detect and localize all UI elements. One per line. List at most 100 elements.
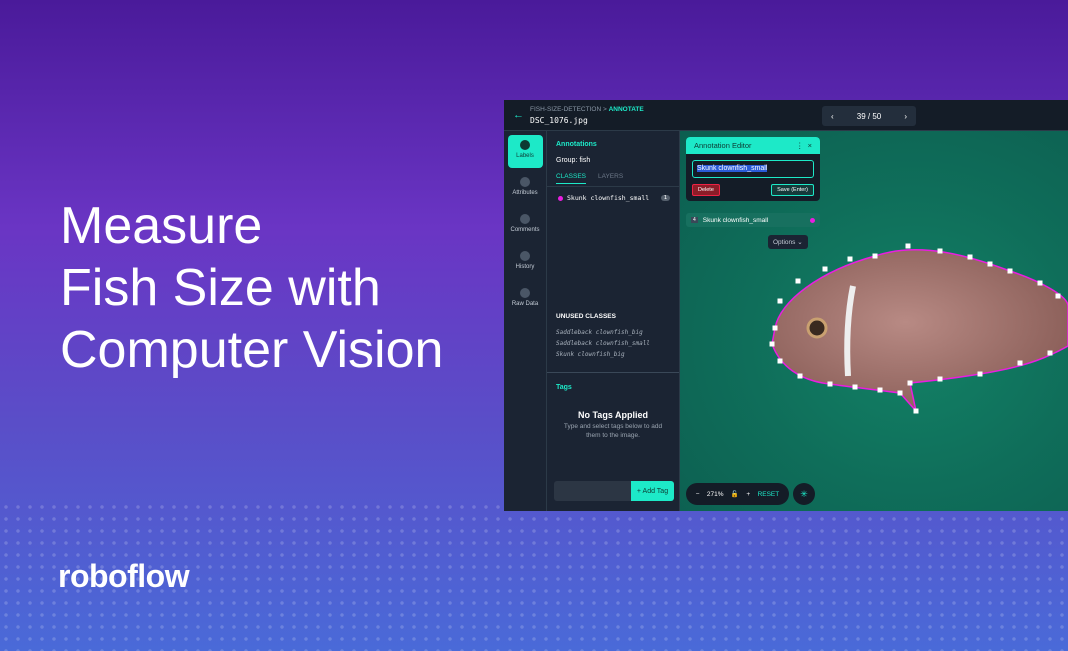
polygon-vertex[interactable] bbox=[937, 248, 943, 254]
unused-classes-list: Saddleback clownfish_big Saddleback clow… bbox=[556, 327, 650, 360]
rail-label: Raw Data bbox=[511, 301, 539, 307]
annotation-editor: Annotation Editor ⋮ × Skunk clownfish_sma… bbox=[686, 137, 820, 201]
breadcrumb-project[interactable]: FISH-SIZE-DETECTION bbox=[530, 106, 601, 113]
polygon-vertex[interactable] bbox=[937, 376, 943, 382]
unused-classes-title: UNUSED CLASSES bbox=[556, 313, 616, 320]
rail-label: Labels bbox=[516, 153, 534, 159]
label-number: 4 bbox=[691, 217, 698, 223]
smart-tool-icon[interactable]: ✳ bbox=[793, 483, 815, 505]
image-pager: ‹ 39 / 50 › bbox=[822, 106, 916, 126]
polygon-vertex[interactable] bbox=[822, 266, 828, 272]
unused-class[interactable]: Skunk clownfish_big bbox=[556, 349, 650, 360]
zoom-in-button[interactable]: + bbox=[746, 491, 750, 498]
reset-button[interactable]: RESET bbox=[758, 491, 780, 498]
panel-title: Annotations bbox=[556, 141, 597, 148]
polygon-vertex[interactable] bbox=[852, 384, 858, 390]
polygon-vertex[interactable] bbox=[905, 243, 911, 249]
top-bar: ← FISH-SIZE-DETECTION > ANNOTATE DSC_107… bbox=[504, 100, 1068, 131]
divider bbox=[547, 186, 679, 187]
rail-history[interactable]: History bbox=[508, 246, 543, 279]
rail-attributes[interactable]: Attributes bbox=[508, 172, 543, 205]
class-item[interactable]: Skunk clownfish_small 1 bbox=[558, 194, 670, 202]
polygon-vertex[interactable] bbox=[987, 261, 993, 267]
class-input-value: Skunk clownfish_small bbox=[697, 165, 768, 172]
class-color-dot bbox=[558, 195, 563, 201]
breadcrumb-section[interactable]: ANNOTATE bbox=[609, 106, 644, 113]
group-label: Group: fish bbox=[556, 157, 591, 164]
delete-button[interactable]: Delete bbox=[692, 184, 720, 196]
class-count: 1 bbox=[660, 195, 670, 201]
polygon-vertex[interactable] bbox=[907, 380, 913, 386]
polygon-vertex[interactable] bbox=[797, 373, 803, 379]
polygon-vertex[interactable] bbox=[913, 408, 919, 414]
class-name: Skunk clownfish_small bbox=[567, 194, 650, 202]
zoom-controls: − 271% 🔓 + RESET bbox=[686, 483, 789, 505]
history-icon bbox=[520, 251, 530, 261]
image-canvas[interactable]: Annotation Editor ⋮ × Skunk clownfish_sma… bbox=[680, 131, 1068, 511]
polygon-vertex[interactable] bbox=[1037, 280, 1043, 286]
polygon-vertex[interactable] bbox=[1055, 293, 1061, 299]
polygon-vertex[interactable] bbox=[777, 298, 783, 304]
zoom-level: 271% bbox=[706, 490, 724, 498]
label-color-dot bbox=[810, 217, 815, 223]
label-name: Skunk clownfish_small bbox=[702, 216, 769, 224]
zoom-out-button[interactable]: − bbox=[696, 491, 700, 498]
polygon-vertex[interactable] bbox=[1017, 360, 1023, 366]
pager-count: 39 / 50 bbox=[856, 111, 882, 121]
headline-line: Computer Vision bbox=[60, 321, 444, 379]
polygon-vertex[interactable] bbox=[877, 387, 883, 393]
prev-icon[interactable]: ‹ bbox=[831, 112, 834, 121]
filename: DSC_1076.jpg bbox=[530, 116, 588, 125]
more-icon[interactable]: ⋮ bbox=[796, 141, 804, 150]
editor-title: Annotation Editor bbox=[694, 141, 752, 150]
tab-layers[interactable]: LAYERS bbox=[598, 173, 623, 184]
next-icon[interactable]: › bbox=[904, 112, 907, 121]
polygon-vertex[interactable] bbox=[772, 325, 778, 331]
fish-eye bbox=[806, 317, 828, 339]
breadcrumb-separator: > bbox=[602, 106, 607, 113]
rail-label: History bbox=[515, 264, 535, 270]
save-button[interactable]: Save (Enter) bbox=[771, 184, 814, 196]
headline-line: Measure bbox=[60, 197, 263, 255]
labels-icon bbox=[520, 140, 530, 150]
polygon-vertex[interactable] bbox=[1047, 350, 1053, 356]
add-tag-button[interactable]: + Add Tag bbox=[631, 481, 674, 501]
polygon-vertex[interactable] bbox=[795, 278, 801, 284]
attributes-icon bbox=[520, 177, 530, 187]
rail-label: Comments bbox=[510, 227, 540, 233]
polygon-vertex[interactable] bbox=[769, 341, 775, 347]
class-input[interactable]: Skunk clownfish_small bbox=[692, 160, 814, 178]
tool-rail: Labels Attributes Comments History Raw D… bbox=[504, 131, 547, 511]
headline-line: Fish Size with bbox=[60, 259, 381, 317]
options-dropdown[interactable]: Options ⌄ bbox=[768, 235, 808, 249]
no-tags-heading: No Tags Applied bbox=[577, 410, 648, 420]
rail-label: Attributes bbox=[512, 190, 538, 196]
close-icon[interactable]: × bbox=[808, 141, 812, 150]
roboflow-logo: roboflow bbox=[58, 558, 190, 594]
divider bbox=[547, 372, 679, 373]
lock-icon[interactable]: 🔓 bbox=[731, 490, 739, 498]
breadcrumb: FISH-SIZE-DETECTION > ANNOTATE bbox=[530, 106, 644, 113]
polygon-vertex[interactable] bbox=[827, 381, 833, 387]
polygon-vertex[interactable] bbox=[977, 371, 983, 377]
rail-comments[interactable]: Comments bbox=[508, 209, 543, 242]
polygon-vertex[interactable] bbox=[1007, 268, 1013, 274]
polygon-vertex[interactable] bbox=[777, 358, 783, 364]
tag-input[interactable] bbox=[554, 481, 632, 501]
rail-raw-data[interactable]: Raw Data bbox=[508, 283, 543, 316]
headline: Measure Fish Size with Computer Vision bbox=[60, 195, 443, 381]
back-arrow-icon[interactable]: ← bbox=[513, 109, 524, 121]
tags-title: Tags bbox=[556, 384, 572, 391]
polygon-vertex[interactable] bbox=[872, 253, 878, 259]
polygon-vertex[interactable] bbox=[967, 254, 973, 260]
polygon-vertex[interactable] bbox=[847, 256, 853, 262]
tab-classes[interactable]: CLASSES bbox=[556, 173, 586, 184]
annotation-label-row[interactable]: 4 Skunk clownfish_small bbox=[686, 213, 820, 227]
unused-class[interactable]: Saddleback clownfish_big bbox=[556, 327, 650, 338]
rail-labels[interactable]: Labels bbox=[507, 135, 543, 168]
comments-icon bbox=[520, 214, 530, 224]
annotations-panel: Annotations Group: fish CLASSES LAYERS Sk… bbox=[547, 131, 680, 511]
polygon-vertex[interactable] bbox=[897, 390, 903, 396]
no-tags-text: Type and select tags below to add them t… bbox=[563, 423, 663, 439]
unused-class[interactable]: Saddleback clownfish_small bbox=[556, 338, 650, 349]
